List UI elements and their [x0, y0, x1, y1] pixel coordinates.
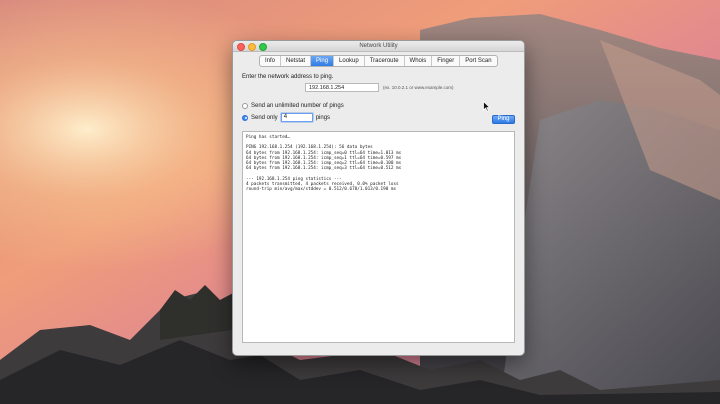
ping-count-input[interactable]: 4 — [280, 113, 313, 122]
address-hint: (ex. 10.0.2.1 or www.example.com) — [383, 85, 454, 90]
tab-ping[interactable]: Ping — [311, 56, 335, 66]
unlimited-option[interactable]: Send an unlimited number of pings — [242, 103, 344, 109]
tab-bar: Info Netstat Ping Lookup Traceroute Whoi… — [259, 55, 498, 67]
send-only-radio[interactable] — [242, 114, 248, 121]
send-only-option[interactable]: Send only 4 pings — [242, 113, 330, 122]
ping-output[interactable]: Ping has started… PING 192.168.1.254 (192… — [242, 131, 515, 343]
pings-label: pings — [315, 114, 331, 121]
mouse-cursor-icon — [483, 101, 491, 112]
send-only-label: Send only — [251, 114, 278, 121]
unlimited-label: Send an unlimited number of pings — [251, 103, 344, 109]
window-title: Network Utility — [359, 43, 398, 49]
tab-info[interactable]: Info — [260, 56, 282, 66]
ping-button[interactable]: Ping — [492, 115, 515, 124]
tab-traceroute[interactable]: Traceroute — [365, 56, 405, 66]
output-line: round-trip min/avg/max/stddev = 0.512/0.… — [246, 187, 397, 192]
address-input[interactable]: 192.168.1.254 — [305, 83, 379, 92]
address-label: Enter the network address to ping. — [242, 74, 334, 80]
unlimited-radio[interactable] — [242, 103, 248, 109]
network-utility-window: Network Utility Info Netstat Ping Lookup… — [232, 40, 525, 356]
minimize-button[interactable] — [248, 43, 256, 51]
window-controls — [237, 43, 267, 51]
tab-finger[interactable]: Finger — [432, 56, 461, 66]
close-button[interactable] — [237, 43, 245, 51]
tab-netstat[interactable]: Netstat — [281, 56, 312, 66]
tab-lookup[interactable]: Lookup — [334, 56, 365, 66]
tab-whois[interactable]: Whois — [405, 56, 433, 66]
title-bar[interactable]: Network Utility — [233, 41, 524, 52]
ping-panel: Enter the network address to ping. 192.1… — [233, 69, 524, 355]
tab-port-scan[interactable]: Port Scan — [460, 56, 496, 66]
zoom-button[interactable] — [259, 43, 267, 51]
